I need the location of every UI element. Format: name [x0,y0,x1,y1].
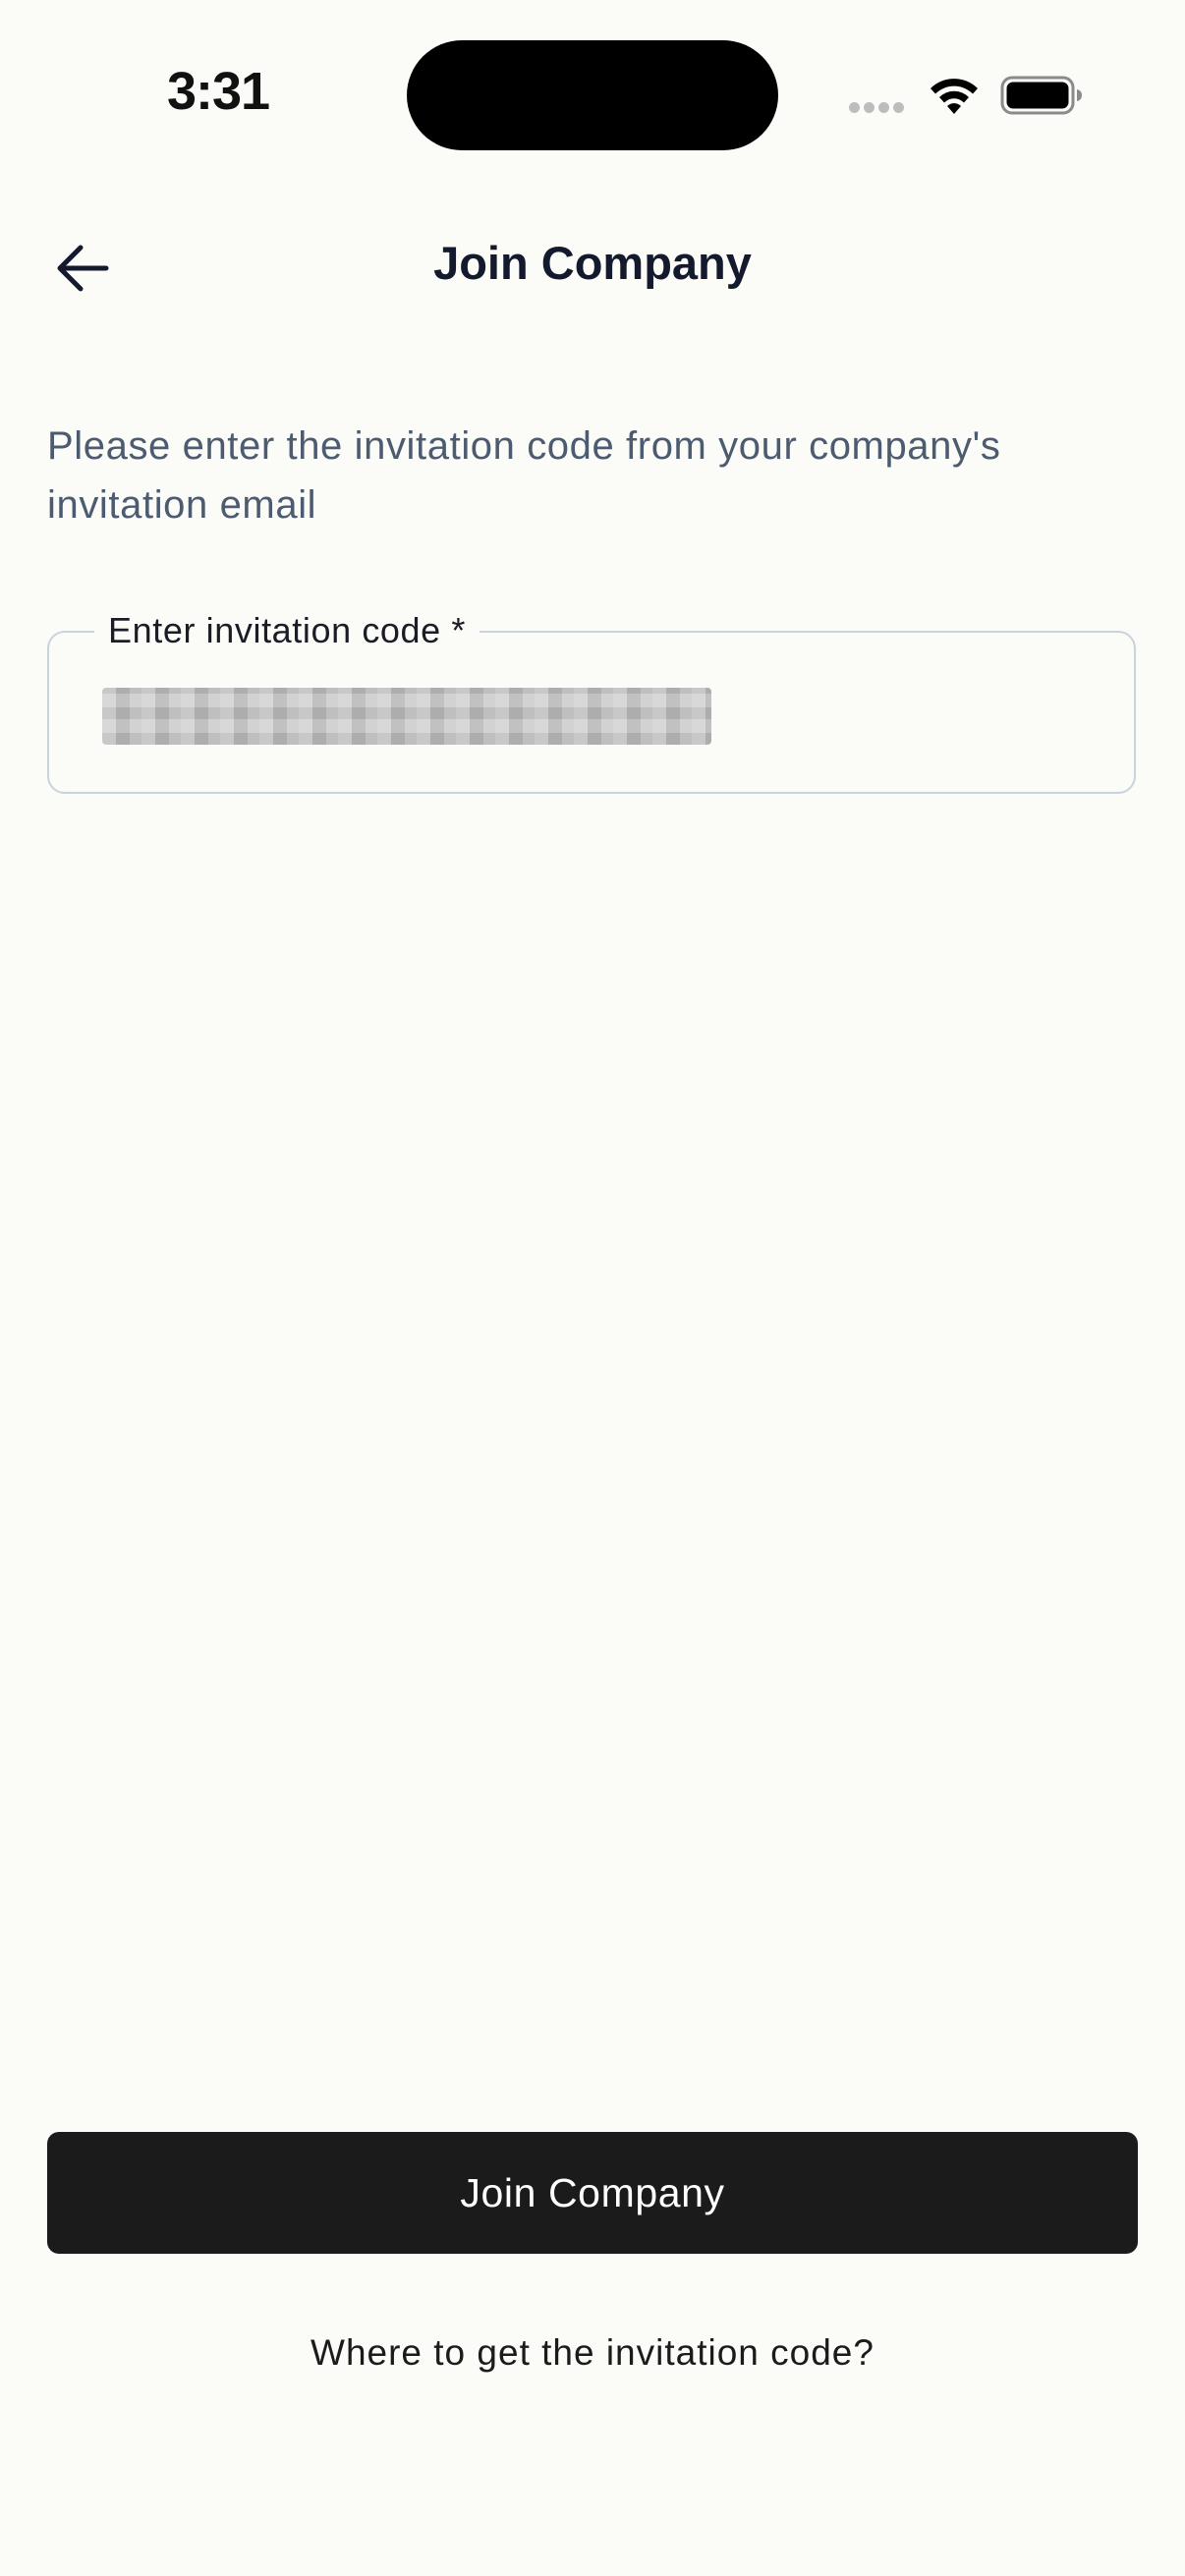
invitation-code-field[interactable]: Enter invitation code * [47,609,1136,794]
cellular-signal-icon [849,102,908,116]
join-company-button[interactable]: Join Company [47,2132,1138,2254]
page-title: Join Company [433,237,752,289]
status-bar: 3:31 [0,0,1185,177]
battery-icon [1000,76,1082,115]
instruction-text: Please enter the invitation code from yo… [47,424,1001,527]
navigation-header: Join Company [0,216,1185,318]
redacted-invitation-code[interactable] [102,688,711,745]
dynamic-island [407,40,778,150]
wifi-icon [931,79,978,114]
status-time: 3:31 [167,62,270,121]
invitation-code-help-link[interactable]: Where to get the invitation code? [0,2332,1185,2374]
invitation-code-label: Enter invitation code * [94,609,480,652]
